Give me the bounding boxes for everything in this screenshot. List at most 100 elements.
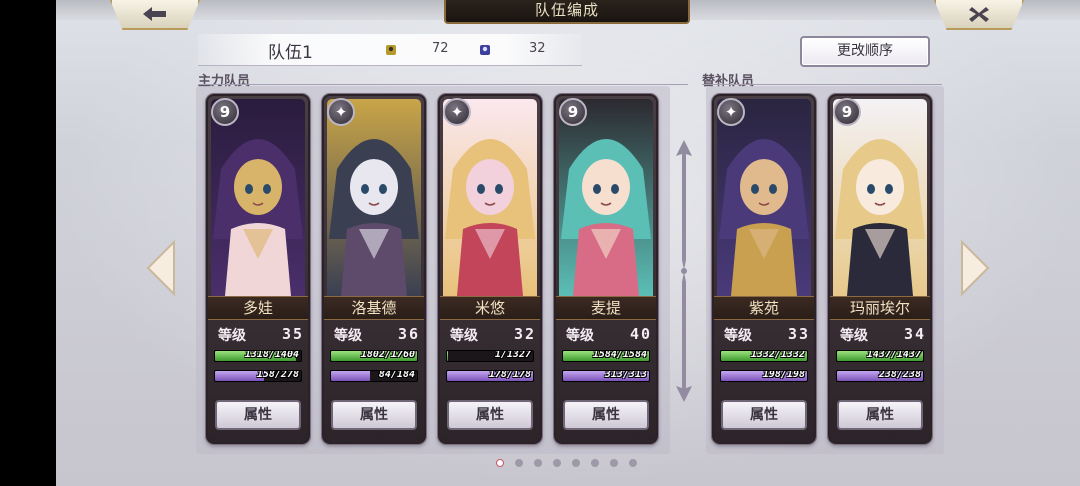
hp-bar: 1318/1404 bbox=[214, 350, 302, 362]
character-portrait bbox=[559, 99, 653, 296]
page-dot[interactable] bbox=[534, 459, 542, 467]
level-row: 等级 33 bbox=[720, 325, 810, 345]
attribute-button[interactable]: 属性 bbox=[563, 400, 649, 430]
hp-bar-fill bbox=[447, 351, 448, 361]
page-dot[interactable] bbox=[591, 459, 599, 467]
gold-unit-icon bbox=[386, 45, 396, 55]
character-portrait bbox=[211, 99, 305, 296]
mp-bar: 178/178 bbox=[446, 370, 534, 382]
page-title: 队伍编成 bbox=[444, 0, 690, 24]
mp-bar: 84/184 bbox=[330, 370, 418, 382]
page-dot[interactable] bbox=[553, 459, 561, 467]
member-card[interactable]: ✦ 米悠 等级 32 1/1327 178/178 属性 bbox=[438, 94, 542, 444]
hp-bar: 1/1327 bbox=[446, 350, 534, 362]
member-card[interactable]: 9 玛丽埃尔 等级 34 1437/1437 238/238 属性 bbox=[828, 94, 932, 444]
level-row: 等级 40 bbox=[562, 325, 652, 345]
close-button[interactable] bbox=[934, 0, 1024, 30]
level-label: 等级 bbox=[450, 328, 478, 344]
vertical-double-arrow-icon bbox=[676, 140, 692, 402]
level-label: 等级 bbox=[218, 328, 246, 344]
level-row: 等级 34 bbox=[836, 325, 926, 345]
character-portrait bbox=[327, 99, 421, 296]
character-name: 米悠 bbox=[440, 296, 540, 320]
mp-text: 84/184 bbox=[378, 370, 415, 380]
hp-text: 1/1327 bbox=[494, 350, 531, 360]
level-value: 35 bbox=[281, 325, 304, 343]
level-label: 等级 bbox=[334, 328, 362, 344]
team-name: 队伍1 bbox=[268, 43, 313, 63]
attribute-button[interactable]: 属性 bbox=[837, 400, 923, 430]
class-badge-icon: 9 bbox=[559, 98, 587, 126]
hp-text: 1802/1760 bbox=[360, 350, 415, 360]
level-row: 等级 35 bbox=[214, 325, 304, 345]
level-value: 33 bbox=[787, 325, 810, 343]
attribute-button[interactable]: 属性 bbox=[215, 400, 301, 430]
mp-bar: 313/313 bbox=[562, 370, 650, 382]
mp-bar-fill bbox=[331, 371, 371, 381]
hp-text: 1437/1437 bbox=[866, 350, 921, 360]
character-name: 多娃 bbox=[208, 296, 308, 320]
mp-text: 158/278 bbox=[256, 370, 299, 380]
mp-text: 198/198 bbox=[762, 370, 805, 380]
page-dot[interactable] bbox=[572, 459, 580, 467]
mp-text: 178/178 bbox=[488, 370, 531, 380]
mp-text: 313/313 bbox=[604, 370, 647, 380]
character-name: 紫苑 bbox=[714, 296, 814, 320]
divider bbox=[702, 84, 942, 85]
back-arrow-icon bbox=[143, 7, 166, 21]
character-name: 洛基德 bbox=[324, 296, 424, 320]
page-dot[interactable] bbox=[610, 459, 618, 467]
team-stat-a: 72 bbox=[432, 41, 449, 56]
member-card[interactable]: 9 麦提 等级 40 1584/1584 313/313 属性 bbox=[554, 94, 658, 444]
character-name: 玛丽埃尔 bbox=[830, 296, 930, 320]
member-card[interactable]: ✦ 紫苑 等级 33 1332/1332 198/198 属性 bbox=[712, 94, 816, 444]
class-badge-icon: ✦ bbox=[443, 98, 471, 126]
mp-bar: 238/238 bbox=[836, 370, 924, 382]
hp-bar: 1332/1332 bbox=[720, 350, 808, 362]
level-value: 34 bbox=[903, 325, 926, 343]
attribute-button[interactable]: 属性 bbox=[331, 400, 417, 430]
page-indicator bbox=[496, 456, 656, 468]
level-row: 等级 36 bbox=[330, 325, 420, 345]
page-dot[interactable] bbox=[515, 459, 523, 467]
hp-bar: 1437/1437 bbox=[836, 350, 924, 362]
character-portrait bbox=[443, 99, 537, 296]
class-badge-icon: 9 bbox=[211, 98, 239, 126]
level-value: 40 bbox=[629, 325, 652, 343]
team-info-bar: 队伍1 72 32 bbox=[198, 34, 582, 66]
hp-text: 1332/1332 bbox=[750, 350, 805, 360]
class-badge-icon: 9 bbox=[833, 98, 861, 126]
blue-unit-icon bbox=[480, 45, 490, 55]
hp-bar: 1802/1760 bbox=[330, 350, 418, 362]
team-stat-b: 32 bbox=[529, 41, 546, 56]
member-card[interactable]: ✦ 洛基德 等级 36 1802/1760 84/184 属性 bbox=[322, 94, 426, 444]
team-formation-screen: 队伍编成 队伍1 72 32 更改顺序 主力队员 替补队员 9 多娃 等级 35… bbox=[56, 0, 1080, 486]
reorder-button[interactable]: 更改顺序 bbox=[800, 36, 930, 67]
class-badge-icon: ✦ bbox=[327, 98, 355, 126]
page-dot[interactable] bbox=[496, 459, 504, 467]
divider bbox=[198, 84, 688, 85]
member-card[interactable]: 9 多娃 等级 35 1318/1404 158/278 属性 bbox=[206, 94, 310, 444]
chevron-left-icon[interactable] bbox=[146, 240, 176, 296]
attribute-button[interactable]: 属性 bbox=[447, 400, 533, 430]
hp-bar: 1584/1584 bbox=[562, 350, 650, 362]
level-row: 等级 32 bbox=[446, 325, 536, 345]
character-portrait bbox=[717, 99, 811, 296]
hp-text: 1584/1584 bbox=[592, 350, 647, 360]
level-value: 36 bbox=[397, 325, 420, 343]
class-badge-icon: ✦ bbox=[717, 98, 745, 126]
mp-bar: 198/198 bbox=[720, 370, 808, 382]
back-button[interactable] bbox=[110, 0, 200, 30]
page-dot[interactable] bbox=[629, 459, 637, 467]
level-label: 等级 bbox=[840, 328, 868, 344]
level-label: 等级 bbox=[724, 328, 752, 344]
level-value: 32 bbox=[513, 325, 536, 343]
hp-text: 1318/1404 bbox=[244, 350, 299, 360]
character-portrait bbox=[833, 99, 927, 296]
mp-text: 238/238 bbox=[878, 370, 921, 380]
attribute-button[interactable]: 属性 bbox=[721, 400, 807, 430]
close-icon bbox=[969, 7, 989, 22]
mp-bar: 158/278 bbox=[214, 370, 302, 382]
level-label: 等级 bbox=[566, 328, 594, 344]
chevron-right-icon[interactable] bbox=[960, 240, 990, 296]
